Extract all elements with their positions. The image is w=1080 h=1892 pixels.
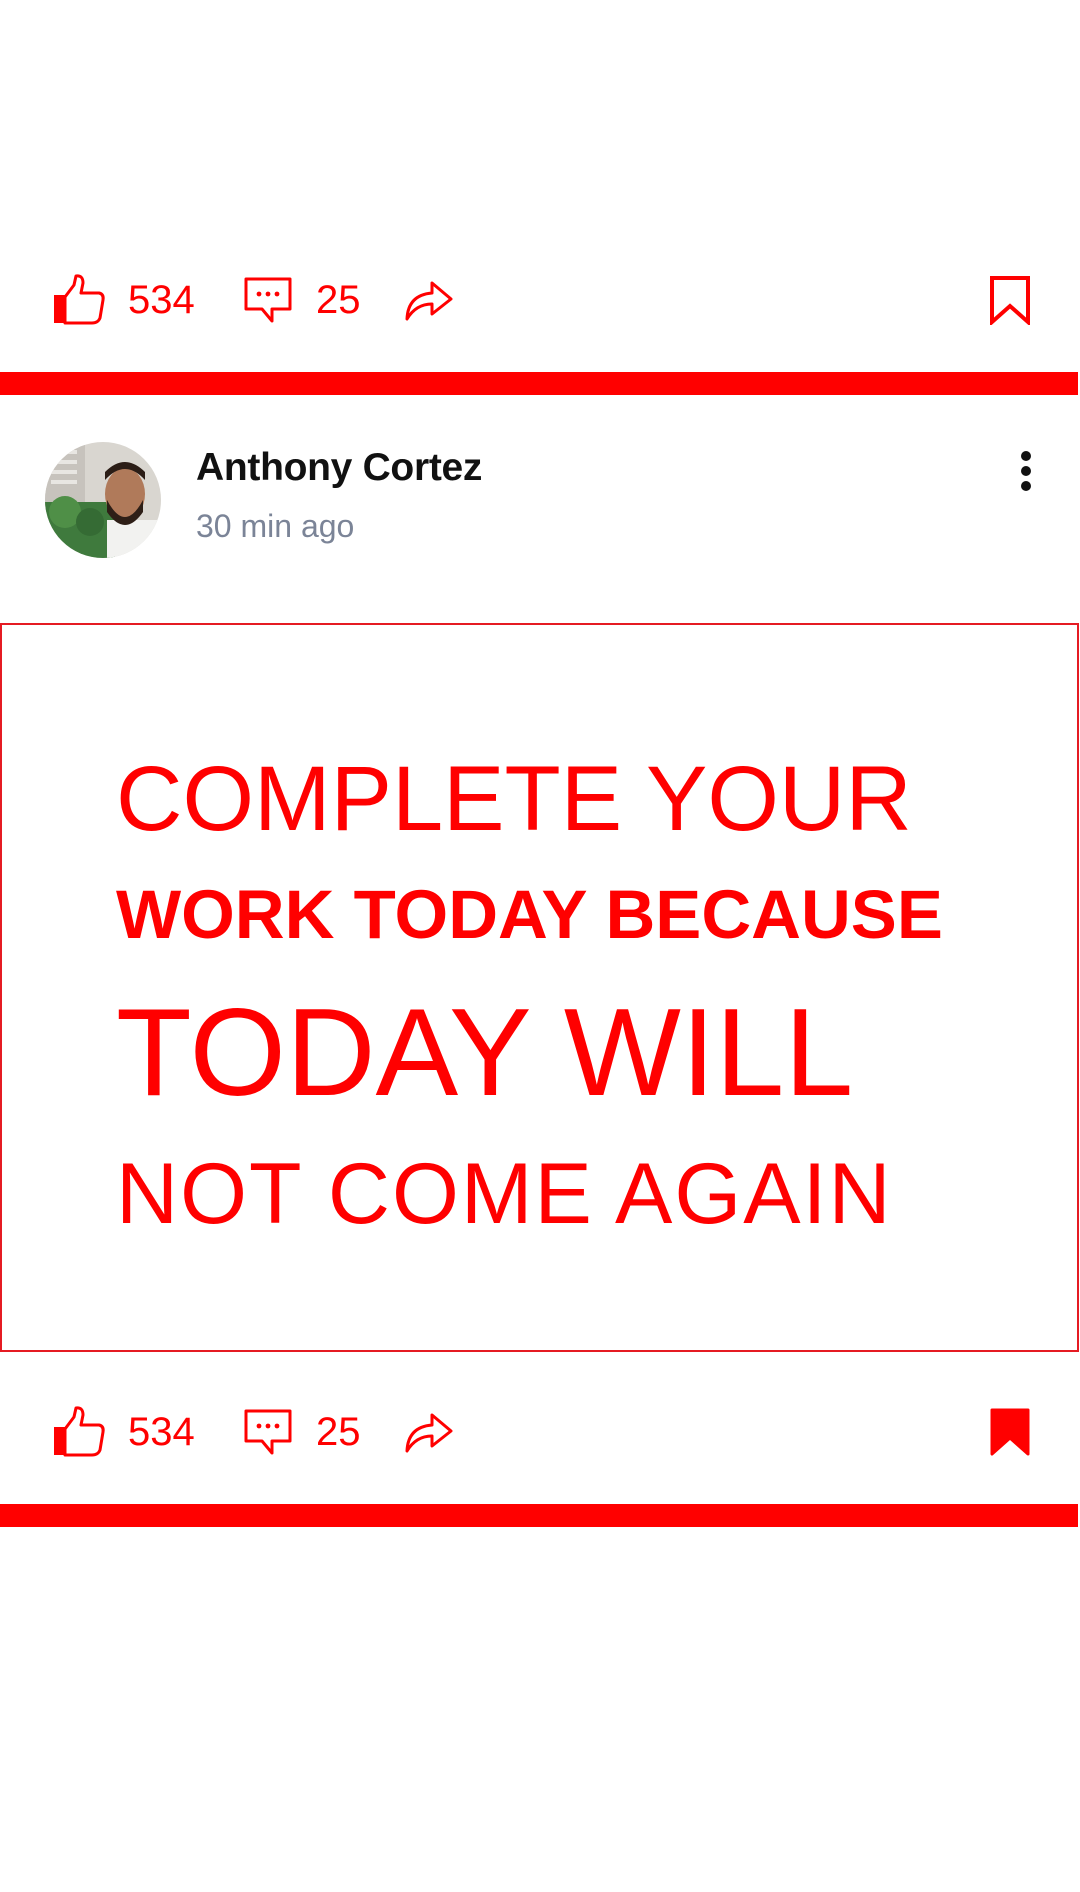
bottom-action-bar: 534 25 [0,1392,1080,1472]
like-count: 534 [128,278,195,322]
author-name[interactable]: Anthony Cortez [196,446,482,490]
like-button[interactable]: 534 [52,260,195,340]
share-button[interactable] [404,260,454,340]
top-action-bar: 534 25 [0,260,1080,340]
quote-line-4: NOT COME AGAIN [116,1146,893,1242]
quote-line-3: TODAY WILL [116,984,854,1122]
more-vertical-icon [1010,448,1042,496]
bookmark-button[interactable] [989,1392,1031,1472]
more-options-button[interactable] [1010,448,1042,496]
comment-count: 25 [316,278,361,322]
bookmark-filled-icon [989,1407,1031,1457]
post-image-card[interactable]: COMPLETE YOUR WORK TODAY BECAUSE TODAY W… [0,623,1079,1352]
post-timestamp: 30 min ago [196,508,355,544]
quote-line-1: COMPLETE YOUR [116,748,912,850]
quote-line-2: WORK TODAY BECAUSE [116,876,943,953]
share-icon [404,275,454,325]
share-button[interactable] [404,1392,454,1472]
like-button[interactable]: 534 [52,1392,195,1472]
thumbs-up-icon [52,273,106,327]
bottom-divider [0,1504,1078,1527]
comment-icon [242,1407,294,1457]
thumbs-up-icon [52,1405,106,1459]
top-divider [0,372,1078,395]
bookmark-outline-icon [989,275,1031,325]
share-icon [404,1407,454,1457]
comment-button[interactable]: 25 [242,260,361,340]
comment-button[interactable]: 25 [242,1392,361,1472]
bookmark-button[interactable] [989,260,1031,340]
comment-icon [242,275,294,325]
post-header: Anthony Cortez 30 min ago [0,440,1080,570]
comment-count: 25 [316,1410,361,1454]
like-count: 534 [128,1410,195,1454]
avatar[interactable] [45,442,161,558]
